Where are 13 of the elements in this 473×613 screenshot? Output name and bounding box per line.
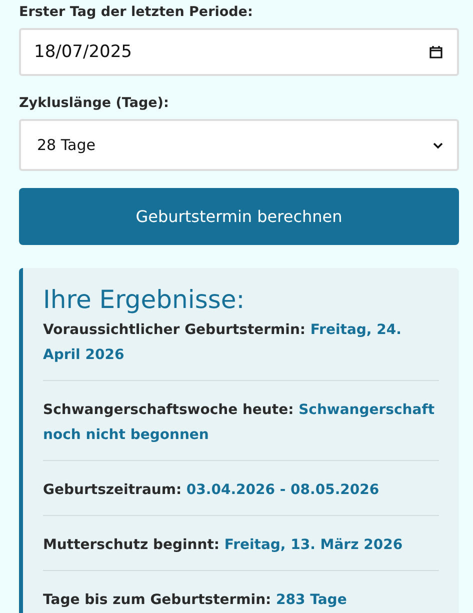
result-text: Tage bis zum Geburtstermin: 283 Tage xyxy=(43,591,348,610)
chevron-down-icon xyxy=(433,142,443,148)
field-label: Erster Tag der letzten Periode: xyxy=(19,3,254,22)
result-text: Schwangerschaftswoche heute: Schwangerschaft noch nicht begonnen xyxy=(43,401,436,445)
date-field[interactable]: 18/07/2025 xyxy=(19,28,459,76)
field-label: Zykluslänge (Tage): xyxy=(19,94,170,113)
results-title: Ihre Ergebnisse: xyxy=(43,284,246,316)
result-text: Mutterschutz beginnt: Freitag, 13. März 2026 xyxy=(43,536,404,555)
calendar-icon xyxy=(429,45,443,59)
result-text: Voraussichtlicher Geburtstermin: Freitag, 24. April 2026 xyxy=(43,321,402,365)
result-text: Geburtszeitraum: 03.04.2026 - 08.05.2026 xyxy=(43,481,380,500)
calculate-button[interactable]: Geburtstermin berechnen xyxy=(19,188,459,245)
cycle-select[interactable]: 28 Tage xyxy=(19,119,459,171)
